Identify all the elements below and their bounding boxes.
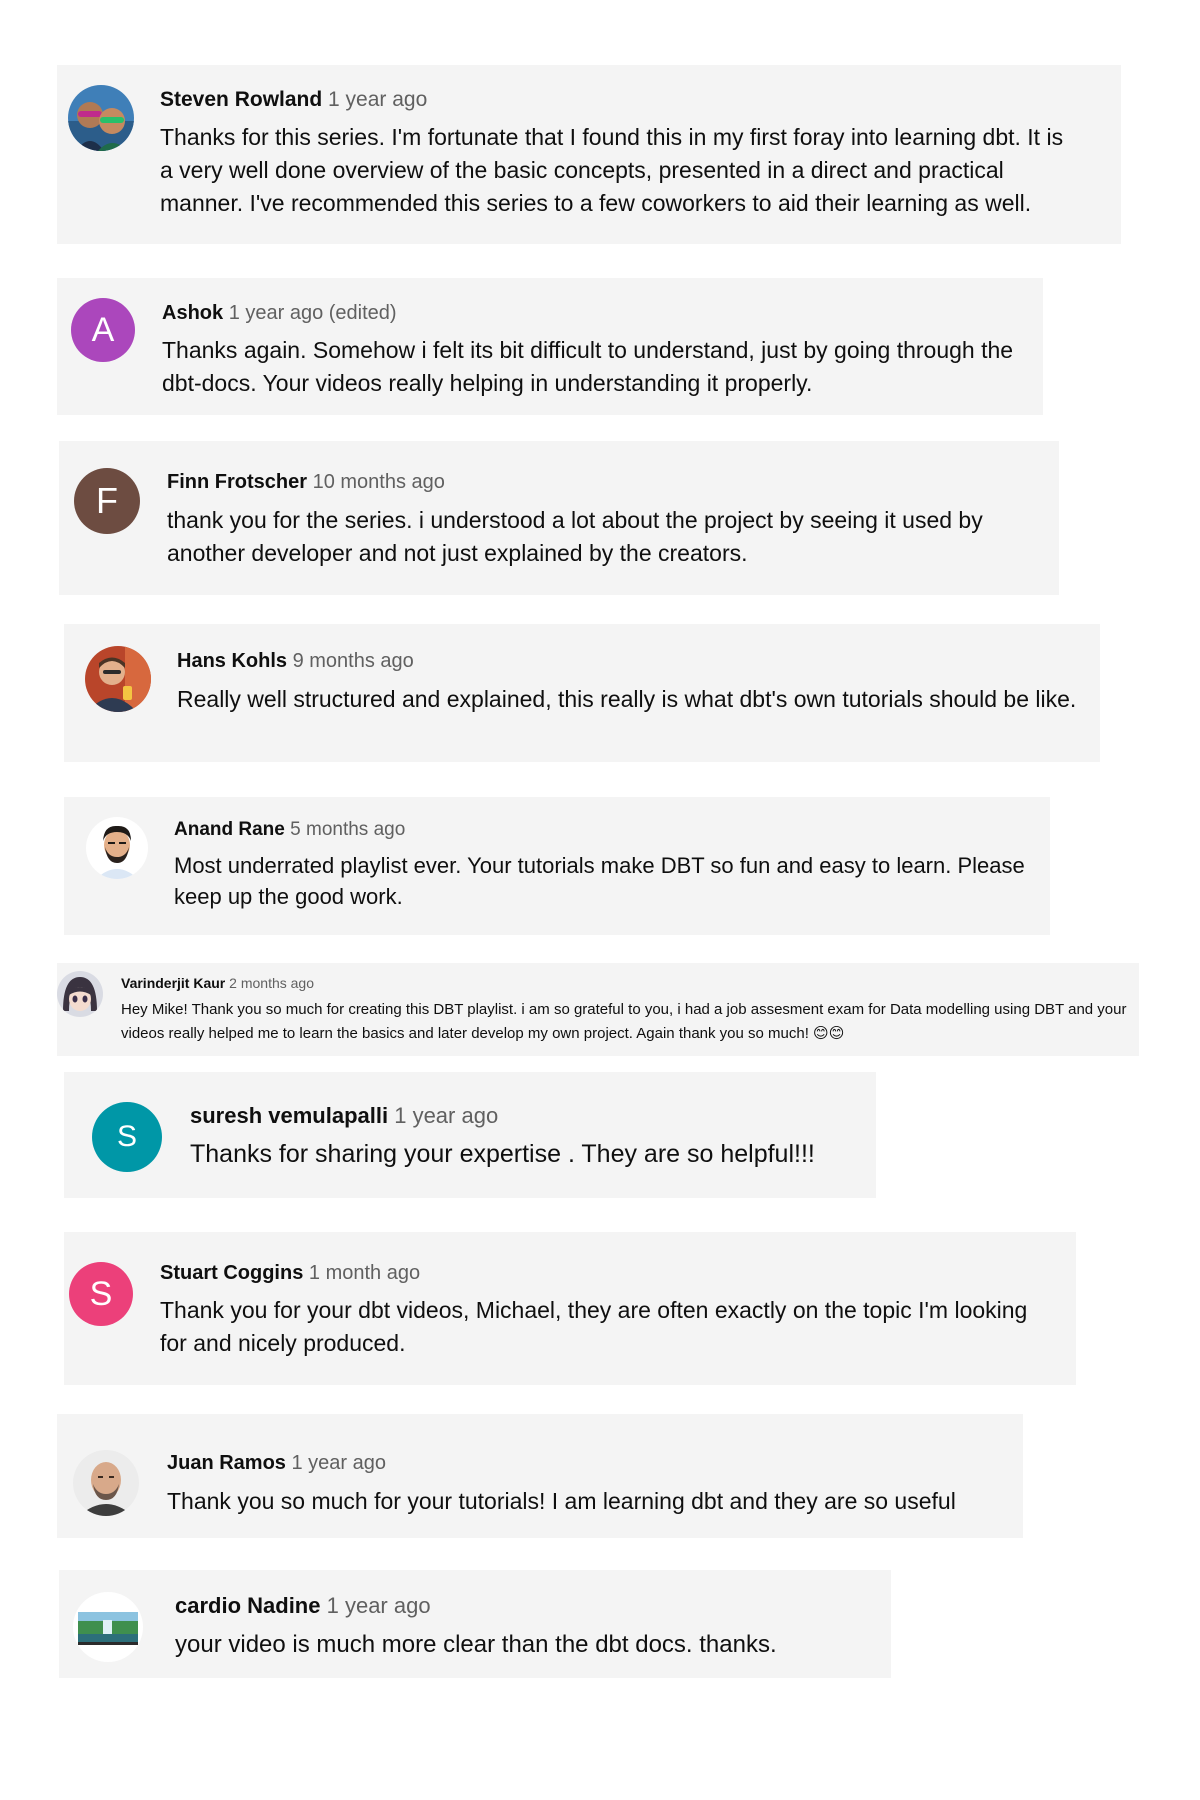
comment-text: Most underrated playlist ever. Your tuto… [174,853,1025,909]
comment-timestamp[interactable]: 2 months ago [229,975,314,991]
avatar-letter: F [96,480,118,521]
comment-card: Varinderjit Kaur 2 months ago Hey Mike! … [57,963,1139,1056]
waterfall-landscape-icon[interactable] [73,1592,143,1662]
comment-timestamp[interactable]: 1 year ago (edited) [229,302,397,324]
comment-author[interactable]: suresh vemulapalli [190,1103,388,1128]
comment-card: F Finn Frotscher 10 months ago thank you… [59,441,1059,595]
person-photo-icon[interactable] [85,646,151,712]
comment-author[interactable]: Varinderjit Kaur [121,975,225,991]
comment-card: Juan Ramos 1 year ago Thank you so much … [57,1414,1023,1538]
comment-card: Steven Rowland 1 year ago Thanks for thi… [57,65,1121,244]
comment-timestamp[interactable]: 1 year ago [394,1103,498,1128]
comment-timestamp[interactable]: 1 month ago [309,1262,420,1284]
two-people-photo-icon[interactable] [68,85,134,151]
comment-text: Thanks again. Somehow i felt its bit dif… [162,337,1014,396]
avatar[interactable]: A [71,298,135,362]
anime-girl-icon[interactable] [57,971,103,1017]
comment-author[interactable]: Steven Rowland [160,88,322,111]
comment-card: S Stuart Coggins 1 month ago Thank you f… [64,1232,1076,1385]
comment-timestamp[interactable]: 10 months ago [313,471,445,493]
comment-author[interactable]: Anand Rane [174,819,285,840]
comment-card: Hans Kohls 9 months ago Really well stru… [64,624,1100,762]
comment-author[interactable]: Ashok [162,302,223,324]
comment-timestamp[interactable]: 1 year ago [327,1593,431,1618]
comment-card: A Ashok 1 year ago (edited) Thanks again… [57,278,1043,415]
comment-author[interactable]: Stuart Coggins [160,1262,303,1284]
comment-timestamp[interactable]: 9 months ago [293,650,414,672]
avatar[interactable]: S [92,1102,162,1172]
comment-text: thank you for the series. i understood a… [167,507,983,566]
comment-text: your video is much more clear than the d… [175,1631,777,1658]
comment-timestamp[interactable]: 5 months ago [290,819,405,840]
avatar-letter: S [89,1274,113,1313]
comment-card: S suresh vemulapalli 1 year ago Thanks f… [64,1072,876,1198]
comment-text: Thanks for sharing your expertise . They… [190,1140,815,1168]
comment-card: cardio Nadine 1 year ago your video is m… [59,1570,891,1678]
bald-man-photo-icon[interactable] [73,1450,139,1516]
comment-timestamp[interactable]: 1 year ago [328,88,427,111]
bearded-man-cartoon-icon[interactable] [86,817,148,879]
comment-text: Thank you for your dbt videos, Michael, … [160,1297,1028,1356]
comment-timestamp[interactable]: 1 year ago [292,1452,387,1474]
comment-author[interactable]: Juan Ramos [167,1452,286,1474]
comment-text: Thank you so much for your tutorials! I … [167,1488,956,1514]
comment-text: Really well structured and explained, th… [177,686,1077,712]
comment-card: Anand Rane 5 months ago Most underrated … [64,797,1050,935]
avatar-letter: A [91,310,115,349]
comment-author[interactable]: cardio Nadine [175,1593,320,1618]
comment-author[interactable]: Hans Kohls [177,650,287,672]
comment-text: Thanks for this series. I'm fortunate th… [160,124,1064,216]
avatar-letter: S [116,1120,137,1153]
comment-author[interactable]: Finn Frotscher [167,471,307,493]
avatar[interactable]: F [74,468,140,534]
comment-text: Hey Mike! Thank you so much for creating… [121,1001,1127,1042]
avatar[interactable]: S [69,1262,133,1326]
